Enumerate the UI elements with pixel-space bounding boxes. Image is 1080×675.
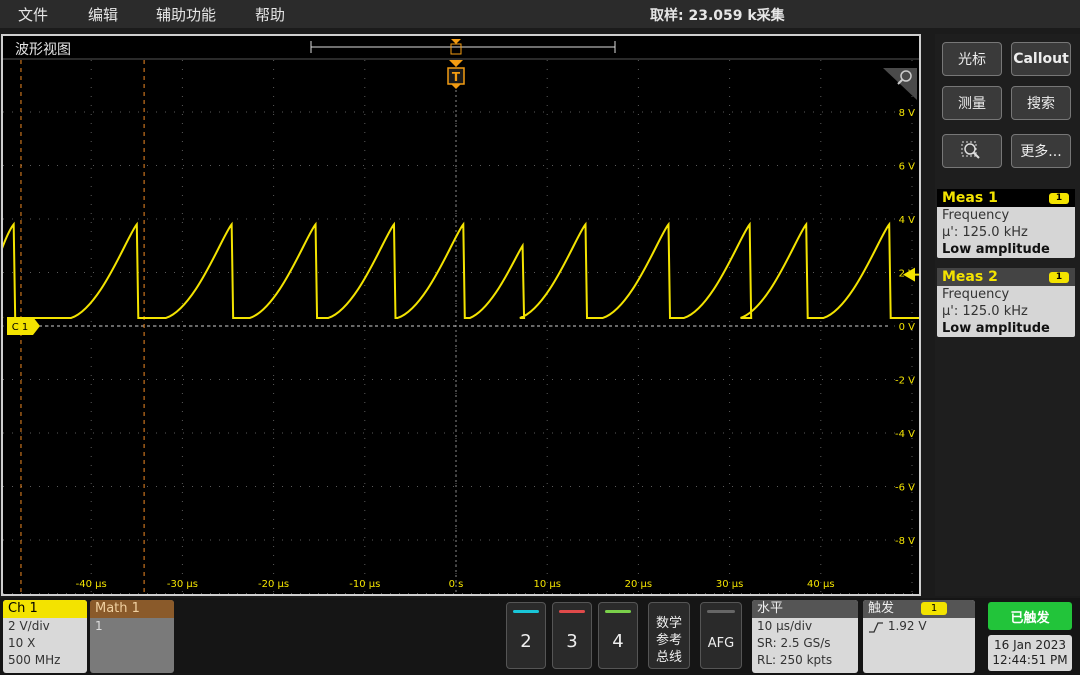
- meas2-badge[interactable]: Meas 2 1 Frequency µ': 125.0 kHz Low amp…: [937, 268, 1075, 337]
- meas2-value: µ': 125.0 kHz: [942, 304, 1028, 319]
- waveform-view[interactable]: 波形视图 8 V6 V4 V2 V0 V-2 V-4 V-6 V-8 V-40 …: [1, 34, 921, 596]
- callout-button[interactable]: Callout: [1011, 42, 1071, 76]
- date-text: 16 Jan 2023: [994, 638, 1066, 652]
- trigger-badge[interactable]: 触发 1 1.92 V: [863, 600, 975, 673]
- ch4-color-bar: [605, 610, 631, 613]
- meas2-type: Frequency: [942, 287, 1010, 302]
- y-axis-label: 4 V: [899, 215, 916, 226]
- record-trigger-arrow: [451, 39, 461, 44]
- ch1-scale: 2 V/div: [8, 619, 50, 633]
- x-axis-label: -10 µs: [349, 579, 380, 590]
- acquisition-status: 取样: 23.059 k采集: [650, 8, 785, 24]
- channel-2-label: 2: [520, 631, 532, 652]
- y-axis-label: 6 V: [899, 162, 916, 173]
- waveform-plot[interactable]: 8 V6 V4 V2 V0 V-2 V-4 V-6 V-8 V-40 µs-30…: [3, 36, 919, 594]
- meas1-value: µ': 125.0 kHz: [942, 225, 1028, 240]
- y-axis-label: -2 V: [895, 376, 915, 387]
- math1-badge[interactable]: Math 1 1: [90, 600, 174, 673]
- settings-bar: Ch 1 2 V/div 10 X 500 MHz Math 1 1 2 3 4…: [0, 598, 1080, 675]
- meas2-source-badge: 1: [1049, 272, 1069, 283]
- afg-color-bar: [707, 610, 735, 613]
- channel-2-button[interactable]: 2: [506, 602, 546, 669]
- menu-file[interactable]: 文件: [18, 4, 48, 25]
- horizontal-title: 水平: [752, 600, 858, 618]
- math-ref-bus-button[interactable]: 数学 参考 总线: [648, 602, 690, 669]
- trigger-title: 触发: [868, 601, 895, 616]
- record-length: RL: 250 kpts: [757, 653, 833, 667]
- ref-label: 参考: [655, 633, 682, 648]
- math1-title: Math 1: [90, 600, 174, 618]
- x-axis-label: 20 µs: [625, 579, 652, 590]
- date-time-badge[interactable]: 16 Jan 2023 12:44:51 PM: [988, 635, 1072, 671]
- trigger-source-badge: 1: [921, 602, 947, 615]
- ch1-marker-text: C 1: [12, 322, 29, 333]
- x-axis-label: -40 µs: [76, 579, 107, 590]
- x-axis-label: -20 µs: [258, 579, 289, 590]
- y-axis-label: -6 V: [895, 483, 915, 494]
- meas2-warning: Low amplitude: [942, 321, 1050, 336]
- channel-4-button[interactable]: 4: [598, 602, 638, 669]
- trigger-marker-text: T: [452, 70, 461, 84]
- trigger-position-arrow: [449, 60, 463, 67]
- zoom-button[interactable]: [942, 134, 1002, 168]
- meas1-warning: Low amplitude: [942, 242, 1050, 257]
- ch1-probe: 10 X: [8, 636, 36, 650]
- zoom-corner-icon[interactable]: [883, 68, 917, 100]
- right-panel: 光标 Callout 测量 搜索 更多... Meas 1 1 Frequenc…: [935, 34, 1080, 596]
- x-axis-label: 30 µs: [716, 579, 743, 590]
- meas1-source-badge: 1: [1049, 193, 1069, 204]
- meas1-badge[interactable]: Meas 1 1 Frequency µ': 125.0 kHz Low amp…: [937, 189, 1075, 258]
- channel-3-label: 3: [566, 631, 578, 652]
- bus-label: 总线: [655, 650, 682, 665]
- menu-edit[interactable]: 编辑: [88, 4, 118, 25]
- ch2-color-bar: [513, 610, 539, 613]
- time-text: 12:44:51 PM: [992, 653, 1068, 667]
- x-axis-label: 40 µs: [807, 579, 834, 590]
- menu-accessibility[interactable]: 辅助功能: [156, 4, 216, 25]
- math1-value: 1: [95, 619, 103, 633]
- x-axis-label: 0 s: [449, 579, 464, 590]
- rising-edge-icon: [869, 621, 883, 633]
- trigger-status-button[interactable]: 已触发: [988, 602, 1072, 630]
- y-axis-label: 0 V: [899, 322, 916, 333]
- record-trigger-box: [450, 43, 462, 55]
- ch1-bandwidth: 500 MHz: [8, 653, 61, 667]
- channel-4-label: 4: [612, 631, 624, 652]
- sample-rate: SR: 2.5 GS/s: [757, 636, 831, 650]
- afg-button[interactable]: AFG: [700, 602, 742, 669]
- math-label: 数学: [655, 616, 682, 631]
- trigger-level: 1.92 V: [887, 619, 927, 633]
- ch3-color-bar: [559, 610, 585, 613]
- search-button[interactable]: 搜索: [1011, 86, 1071, 120]
- ch1-title: Ch 1: [3, 600, 87, 618]
- y-axis-label: 8 V: [899, 108, 916, 119]
- ch1-badge[interactable]: Ch 1 2 V/div 10 X 500 MHz: [3, 600, 87, 673]
- y-axis-label: -4 V: [895, 429, 915, 440]
- horizontal-scale: 10 µs/div: [757, 619, 813, 633]
- menu-help[interactable]: 帮助: [255, 4, 285, 25]
- afg-label: AFG: [707, 636, 735, 651]
- meas1-title: Meas 1: [942, 190, 998, 206]
- menu-bar: 文件 编辑 辅助功能 帮助 取样: 23.059 k采集: [0, 0, 1080, 28]
- x-axis-label: -30 µs: [167, 579, 198, 590]
- zoom-icon: [961, 141, 980, 159]
- ch1-waveform[interactable]: [3, 221, 919, 319]
- channel-3-button[interactable]: 3: [552, 602, 592, 669]
- y-axis-label: -8 V: [895, 536, 915, 547]
- x-axis-label: 10 µs: [533, 579, 560, 590]
- horizontal-badge[interactable]: 水平 10 µs/div SR: 2.5 GS/s RL: 250 kpts: [752, 600, 858, 673]
- meas1-type: Frequency: [942, 208, 1010, 223]
- more-button[interactable]: 更多...: [1011, 134, 1071, 168]
- meas2-title: Meas 2: [942, 269, 998, 285]
- measure-button[interactable]: 测量: [942, 86, 1002, 120]
- cursors-button[interactable]: 光标: [942, 42, 1002, 76]
- trigger-marker-tip: [451, 84, 461, 89]
